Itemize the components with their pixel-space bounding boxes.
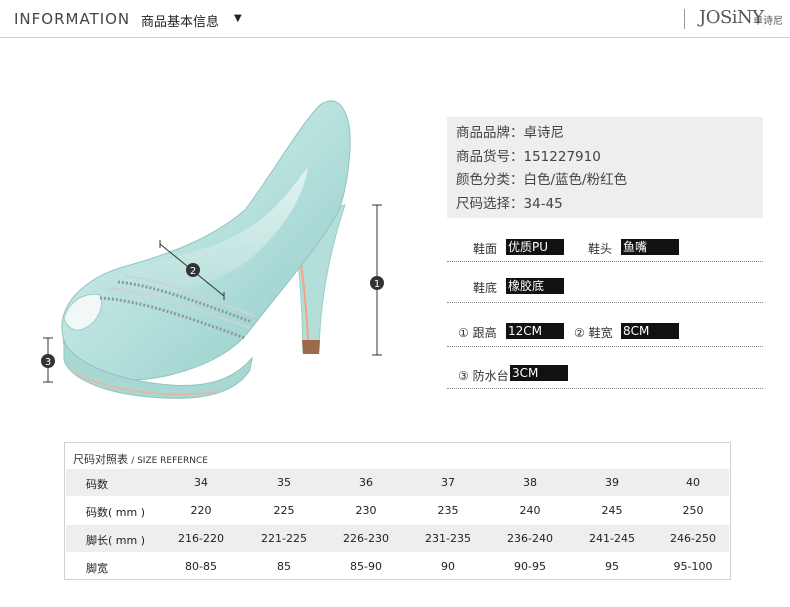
table-cell: 230 (355, 504, 377, 517)
table-cell: 250 (682, 504, 704, 517)
table-cell: 236-240 (507, 532, 553, 545)
table-cell: 80-85 (185, 560, 217, 573)
row-header: 脚宽 (86, 562, 108, 575)
row-header: 码数( mm ) (86, 506, 146, 519)
size-table-title-cn: 尺码对照表 (73, 453, 128, 466)
table-cell: 95-100 (673, 560, 713, 573)
product-colors: 颜色分类：白色/蓝色/粉红色 (456, 172, 628, 188)
table-cell: 246-250 (670, 532, 716, 545)
table-cell: 39 (605, 476, 619, 489)
shoe-width-label: ② 鞋宽 (574, 326, 613, 340)
shoe-width-value: 8CM (621, 323, 679, 339)
upper-label: 鞋面 (473, 242, 498, 256)
platform-height-marker: 3 (41, 337, 55, 383)
size-reference-table: 尺码对照表 / SIZE REFERNCE 码数 34 35 36 37 38 … (64, 442, 731, 580)
table-cell: 36 (359, 476, 373, 489)
table-row: 脚长( mm ) 216-220 221-225 226-230 231-235… (66, 525, 729, 552)
table-cell: 35 (277, 476, 291, 489)
table-row: 码数( mm ) 220 225 230 235 240 245 250 (66, 497, 729, 524)
heel-height-value: 12CM (506, 323, 564, 339)
table-cell: 220 (190, 504, 212, 517)
table-cell: 90-95 (514, 560, 546, 573)
heel-height-label: ① 跟高 (458, 326, 497, 340)
table-cell: 38 (523, 476, 537, 489)
attr-divider (447, 346, 763, 347)
marker-3-label: 3 (45, 357, 51, 368)
table-cell: 85-90 (350, 560, 382, 573)
attr-divider (447, 302, 763, 303)
table-cell: 40 (686, 476, 700, 489)
product-brand: 商品品牌：卓诗尼 (456, 125, 564, 141)
platform-label: ③ 防水台 (458, 369, 509, 383)
heel-height-marker: 1 (370, 204, 384, 356)
table-cell: 216-220 (178, 532, 224, 545)
product-item-number: 商品货号：151227910 (456, 148, 601, 165)
row-header: 脚长( mm ) (86, 534, 146, 547)
table-cell: 240 (519, 504, 541, 517)
upper-value: 优质PU (506, 239, 564, 255)
table-cell: 225 (273, 504, 295, 517)
table-cell: 34 (194, 476, 208, 489)
marker-2-label: 2 (190, 266, 196, 277)
size-table-title-en: / SIZE REFERNCE (131, 456, 208, 466)
table-cell: 245 (601, 504, 623, 517)
table-cell: 95 (605, 560, 619, 573)
table-cell: 37 (441, 476, 455, 489)
toe-label: 鞋头 (588, 242, 613, 256)
table-cell: 241-245 (589, 532, 635, 545)
size-table-title: 尺码对照表 / SIZE REFERNCE (73, 451, 208, 467)
toe-value: 鱼嘴 (621, 239, 679, 255)
row-header: 码数 (86, 478, 108, 491)
platform-value: 3CM (510, 365, 568, 381)
attr-divider (447, 388, 763, 389)
marker-1-label: 1 (374, 279, 380, 290)
sole-label: 鞋底 (473, 281, 498, 295)
product-image: 1 2 3 (41, 100, 384, 399)
table-row: 码数 34 35 36 37 38 39 40 (66, 469, 729, 496)
table-cell: 221-225 (261, 532, 307, 545)
table-cell: 235 (437, 504, 459, 517)
table-cell: 90 (441, 560, 455, 573)
table-cell: 226-230 (343, 532, 389, 545)
table-row: 脚宽 80-85 85 85-90 90 90-95 95 95-100 (66, 553, 729, 580)
product-sizes: 尺码选择：34-45 (456, 195, 563, 212)
table-cell: 231-235 (425, 532, 471, 545)
attr-divider (447, 261, 763, 262)
table-cell: 85 (277, 560, 291, 573)
sole-value: 橡胶底 (506, 278, 564, 294)
product-info-panel: 商品品牌：卓诗尼 商品货号：151227910 颜色分类：白色/蓝色/粉红色 尺… (447, 117, 763, 218)
